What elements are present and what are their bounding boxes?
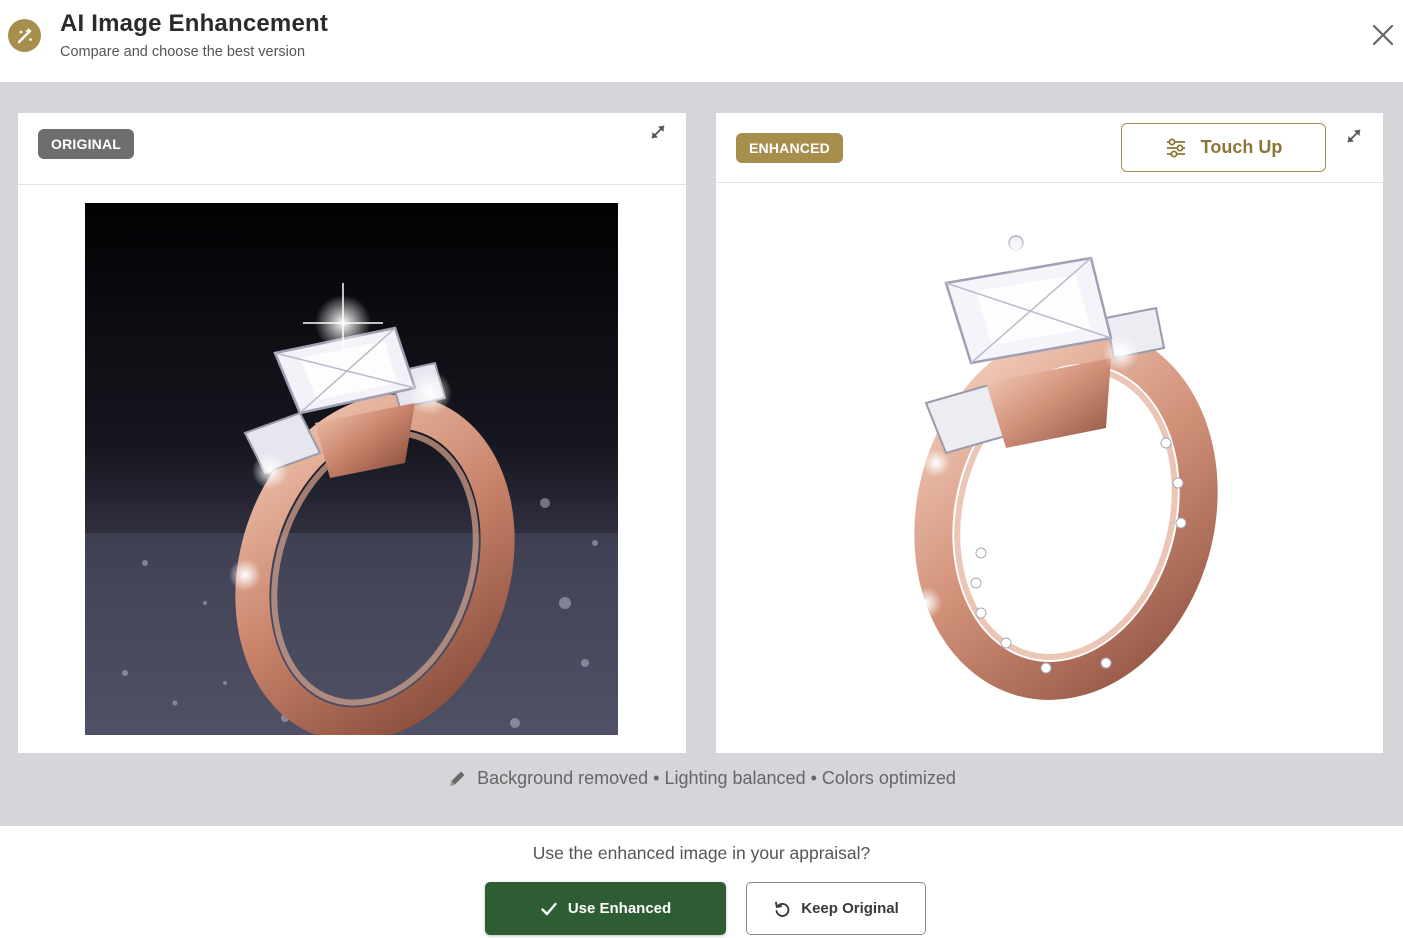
close-icon (1372, 24, 1394, 46)
magic-wand-icon (8, 19, 41, 52)
enhanced-badge: ENHANCED (736, 133, 843, 163)
close-button[interactable] (1368, 20, 1398, 50)
enhanced-expand-button[interactable] (1343, 125, 1365, 147)
enhanced-ring-image (866, 223, 1246, 703)
keep-original-label: Keep Original (801, 900, 899, 917)
touch-up-label: Touch Up (1200, 137, 1283, 157)
use-enhanced-button[interactable]: Use Enhanced (485, 882, 726, 935)
dialog-subtitle: Compare and choose the best version (60, 44, 306, 60)
original-ring-image (85, 203, 618, 735)
original-panel-header: ORIGINAL (18, 113, 686, 185)
keep-original-button[interactable]: Keep Original (746, 882, 926, 935)
sliders-icon (1166, 138, 1185, 157)
enhanced-panel-header: ENHANCED Touch Up (716, 113, 1383, 183)
original-badge: ORIGINAL (38, 129, 135, 159)
dialog-title: AI Image Enhancement (60, 10, 329, 37)
original-panel: ORIGINAL (18, 113, 686, 753)
expand-icon (1347, 129, 1361, 143)
pencil-icon (450, 771, 465, 786)
comparison-area: ORIGINAL ENHANCED Touch Up Background re… (0, 82, 1403, 826)
use-enhanced-label: Use Enhanced (567, 900, 672, 917)
enhancement-summary: Background removed • Lighting balanced •… (0, 768, 1403, 789)
dialog-header: AI Image Enhancement Compare and choose … (0, 0, 1403, 82)
appraisal-question: Use the enhanced image in your appraisal… (532, 843, 871, 863)
enhanced-panel: ENHANCED Touch Up (716, 113, 1383, 753)
touch-up-button[interactable]: Touch Up (1121, 123, 1326, 172)
enhancement-summary-text: Background removed • Lighting balanced •… (477, 768, 956, 788)
undo-icon (775, 901, 790, 917)
expand-icon (651, 125, 665, 139)
original-expand-button[interactable] (647, 121, 669, 143)
check-icon (541, 902, 557, 915)
